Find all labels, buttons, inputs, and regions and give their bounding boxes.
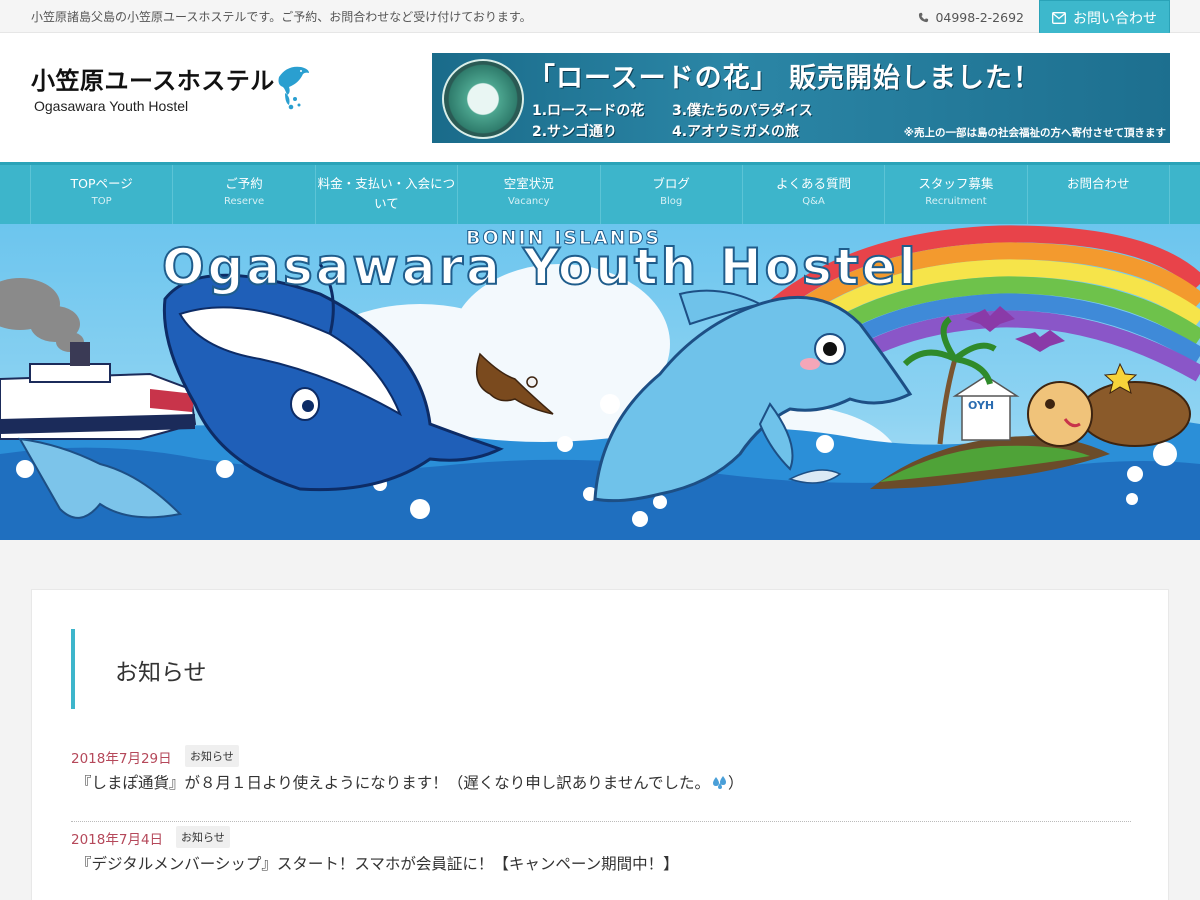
nav-label: ブログ — [652, 176, 690, 191]
ferry — [0, 342, 197, 440]
banner-title: 「ロースードの花」 販売開始しました！ — [528, 63, 1042, 94]
nav-item-reserve[interactable]: ご予約 Reserve — [173, 165, 316, 224]
hero-illustration: BONIN ISLANDS Ogasawara Youth Hostel OYH — [0, 224, 1200, 540]
phone-number[interactable]: 04998-2-2692 — [918, 10, 1024, 25]
news-item[interactable]: 2018年7月4日 お知らせ 『デジタルメンバーシップ』スタート！スマホが会員証… — [71, 822, 1131, 900]
news-date: 2018年7月4日 — [71, 832, 164, 848]
nav-sublabel: Q&A — [802, 196, 825, 207]
ship-smoke — [0, 278, 84, 352]
nav-item-contact[interactable]: お問合わせ — [1028, 165, 1170, 224]
site-header: 小笠原ユースホステル Ogasawara Youth Hostel 「ロースード… — [0, 33, 1200, 162]
nav-label: ご予約 — [225, 176, 263, 191]
nav-item-faq[interactable]: よくある質問 Q&A — [743, 165, 886, 224]
news-heading: お知らせ — [71, 629, 207, 709]
banner-item: 2.サンゴ通り — [532, 124, 618, 140]
news-tag: お知らせ — [176, 826, 230, 848]
news-date: 2018年7月29日 — [71, 751, 172, 767]
nav-item-recruitment[interactable]: スタッフ募集 Recruitment — [885, 165, 1028, 224]
contact-button[interactable]: お問い合わせ — [1039, 0, 1170, 35]
news-heading-text: お知らせ — [115, 660, 207, 686]
news-title-end: ） — [727, 774, 744, 792]
nav-item-pricing[interactable]: 料金・支払い・入会について — [316, 165, 459, 224]
news-title-text: 『しまぽ通貨』が８月１日より使えようになります！（遅くなり申し訳ありませんでした… — [76, 774, 710, 792]
water-drops-icon — [712, 776, 726, 789]
nav-label: 料金・支払い・入会について — [317, 176, 456, 211]
dolphin-logo-icon — [278, 66, 309, 110]
site-logo[interactable]: 小笠原ユースホステル Ogasawara Youth Hostel — [31, 61, 311, 117]
nav-label: スタッフ募集 — [918, 176, 994, 191]
phone-text: 04998-2-2692 — [935, 10, 1024, 25]
banner-item: 1.ロースードの花 — [532, 103, 645, 119]
house-sign: OYH — [968, 399, 995, 412]
promo-banner[interactable]: 「ロースードの花」 販売開始しました！ 1.ロースードの花 3.僕たちのパラダイ… — [432, 53, 1170, 143]
logo-title: 小笠原ユースホステル — [31, 67, 275, 95]
site-tagline: 小笠原諸島父島の小笠原ユースホステルです。ご予約、お問合わせなど受け付けておりま… — [31, 10, 532, 24]
top-utility-bar: 小笠原諸島父島の小笠原ユースホステルです。ご予約、お問合わせなど受け付けておりま… — [0, 0, 1200, 35]
news-title[interactable]: 『しまぽ通貨』が８月１日より使えようになります！（遅くなり申し訳ありませんでした… — [76, 771, 743, 793]
nav-label: 空室状況 — [503, 176, 554, 191]
nav-item-blog[interactable]: ブログ Blog — [601, 165, 743, 224]
hero-big-title: Ogasawara Youth Hostel — [161, 237, 919, 297]
nav-label: お問合わせ — [1067, 176, 1130, 191]
news-title[interactable]: 『デジタルメンバーシップ』スタート！スマホが会員証に！【キャンペーン期間中！】 — [76, 852, 679, 874]
nav-sublabel: TOP — [91, 196, 112, 207]
banner-item: 4.アオウミガメの旅 — [672, 124, 800, 140]
nav-item-vacancy[interactable]: 空室状況 Vacancy — [458, 165, 601, 224]
banner-item: 3.僕たちのパラダイス — [672, 103, 813, 119]
logo-subtitle: Ogasawara Youth Hostel — [34, 98, 189, 114]
news-tag: お知らせ — [185, 745, 239, 767]
news-item[interactable]: 2018年7月29日 お知らせ 『しまぽ通貨』が８月１日より使えようになります！… — [71, 741, 1131, 822]
flower-image — [442, 59, 524, 139]
nav-sublabel: Recruitment — [925, 196, 987, 207]
nav-sublabel: Vacancy — [508, 196, 550, 207]
nav-sublabel: Blog — [660, 196, 683, 207]
nav-item-top[interactable]: TOPページ TOP — [31, 165, 174, 224]
phone-icon — [919, 12, 929, 23]
contact-button-label: お問い合わせ — [1073, 10, 1157, 27]
sea-turtle — [1027, 362, 1191, 447]
mail-icon — [1052, 11, 1066, 24]
news-card: お知らせ 2018年7月29日 お知らせ 『しまぽ通貨』が８月１日より使えように… — [31, 589, 1169, 900]
nav-sublabel: Reserve — [223, 196, 265, 207]
main-nav: TOPページ TOP ご予約 Reserve 料金・支払い・入会について 空室状況 V… — [0, 162, 1200, 224]
banner-note: ※売上の一部は島の社会福祉の方へ寄付させて頂きます — [903, 127, 1166, 139]
nav-label: TOPページ — [70, 176, 133, 191]
nav-label: よくある質問 — [776, 176, 852, 191]
